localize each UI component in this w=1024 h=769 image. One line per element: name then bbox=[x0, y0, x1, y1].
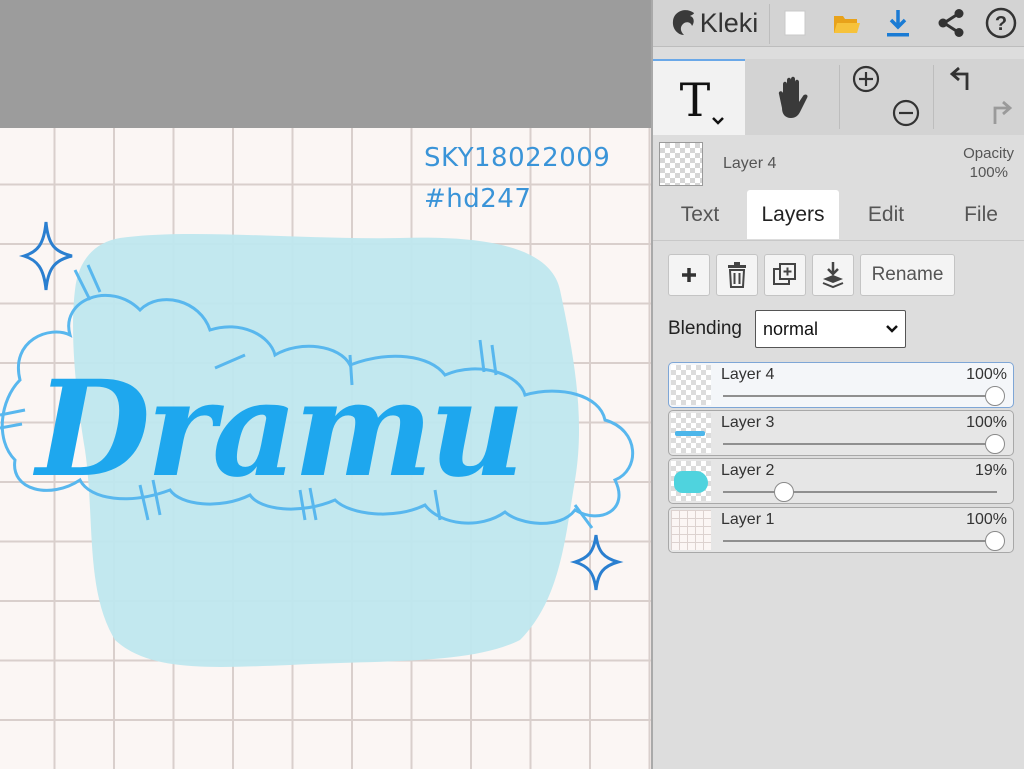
opacity-slider-track[interactable] bbox=[723, 491, 997, 493]
tab-edit[interactable]: Edit bbox=[849, 190, 923, 239]
toolbar-separator bbox=[769, 4, 770, 44]
tab-layers[interactable]: Layers bbox=[747, 190, 839, 239]
new-image-button[interactable] bbox=[775, 0, 815, 46]
current-layer-thumbnail bbox=[659, 142, 703, 186]
layer-row-layer-1[interactable]: Layer 1 100% bbox=[668, 507, 1014, 553]
opacity-slider-track[interactable] bbox=[723, 443, 997, 445]
blending-value: normal bbox=[763, 319, 819, 339]
layer-name: Layer 3 bbox=[721, 414, 775, 431]
kleki-logo-icon bbox=[672, 10, 694, 35]
text-tool-button[interactable]: T bbox=[653, 59, 745, 135]
delete-layer-icon bbox=[728, 262, 746, 288]
layer-row-layer-3[interactable]: Layer 3 100% bbox=[668, 410, 1014, 456]
top-toolbar: Kleki ? bbox=[653, 0, 1024, 47]
kleki-logo[interactable]: Kleki bbox=[659, 0, 767, 46]
opacity-slider-track[interactable] bbox=[723, 540, 997, 542]
opacity-slider-handle[interactable] bbox=[985, 386, 1005, 406]
new-image-icon bbox=[784, 10, 806, 36]
tool-row: T bbox=[653, 59, 1024, 135]
merge-down-icon bbox=[822, 262, 844, 289]
redo-icon bbox=[993, 100, 1013, 124]
tab-file[interactable]: File bbox=[943, 190, 1019, 239]
tool-separator bbox=[933, 65, 934, 129]
zoom-out-button[interactable] bbox=[889, 93, 923, 133]
hand-icon bbox=[778, 76, 808, 118]
artwork-caption-line2: #hd247 bbox=[424, 184, 532, 214]
share-icon bbox=[938, 9, 964, 37]
svg-text:T: T bbox=[680, 73, 711, 127]
panel-tabs: Text Layers Edit File bbox=[653, 190, 1024, 241]
delete-layer-button[interactable] bbox=[716, 254, 758, 296]
zoom-in-icon bbox=[852, 65, 880, 93]
opacity-slider-track[interactable] bbox=[723, 395, 997, 397]
rename-layer-button[interactable]: Rename bbox=[860, 254, 955, 296]
undo-button[interactable] bbox=[945, 59, 979, 99]
zoom-in-button[interactable] bbox=[849, 59, 883, 99]
open-image-button[interactable] bbox=[825, 0, 869, 46]
svg-text:?: ? bbox=[995, 13, 1007, 35]
tab-text[interactable]: Text bbox=[663, 190, 737, 239]
artwork-lettering: Dramu bbox=[32, 352, 521, 507]
layer-opacity: 100% bbox=[966, 414, 1007, 431]
help-icon: ? bbox=[985, 7, 1017, 39]
text-tool-icon: T bbox=[680, 73, 724, 127]
undo-icon bbox=[949, 66, 969, 90]
opacity-slider-handle[interactable] bbox=[985, 531, 1005, 551]
tool-separator bbox=[839, 65, 840, 129]
opacity-slider-handle[interactable] bbox=[985, 434, 1005, 454]
layer-row-layer-2[interactable]: Layer 2 19% bbox=[668, 458, 1014, 504]
layer-name: Layer 4 bbox=[721, 366, 775, 383]
blending-select[interactable]: normal bbox=[755, 310, 906, 348]
duplicate-layer-icon bbox=[773, 263, 796, 285]
layer-thumbnail bbox=[671, 461, 711, 501]
blending-label: Blending bbox=[668, 318, 742, 339]
opacity-label: Opacity bbox=[963, 145, 1014, 162]
layer-thumbnail bbox=[671, 413, 711, 453]
artwork-caption-line1: SKY18022009 bbox=[424, 143, 611, 173]
hand-tool-button[interactable] bbox=[753, 59, 833, 135]
current-layer-name: Layer 4 bbox=[723, 155, 777, 172]
layer-opacity: 19% bbox=[974, 462, 1007, 479]
save-download-button[interactable] bbox=[877, 0, 919, 46]
add-layer-button[interactable] bbox=[668, 254, 710, 296]
layer-name: Layer 2 bbox=[721, 462, 775, 479]
help-button[interactable]: ? bbox=[981, 0, 1021, 46]
layer-row-layer-4[interactable]: Layer 4 100% bbox=[668, 362, 1014, 408]
chevron-down-icon bbox=[886, 325, 898, 333]
layer-opacity: 100% bbox=[966, 366, 1007, 383]
drawing-canvas-area[interactable]: Dramu SKY18022009 #hd247 bbox=[0, 0, 651, 769]
duplicate-layer-button[interactable] bbox=[764, 254, 806, 296]
redo-button[interactable] bbox=[983, 93, 1017, 133]
opacity-value: 100% bbox=[969, 164, 1008, 181]
sidebar-panel: Kleki ? T Layer 4 Opacity 100% Text Laye… bbox=[651, 0, 1024, 769]
sparkle-left-icon bbox=[18, 221, 73, 291]
zoom-out-icon bbox=[892, 99, 920, 127]
open-folder-icon bbox=[834, 16, 860, 33]
app-name: Kleki bbox=[699, 7, 759, 38]
layer-thumbnail bbox=[671, 510, 711, 550]
layer-thumbnail bbox=[671, 365, 711, 405]
merge-down-button[interactable] bbox=[812, 254, 854, 296]
sparkle-right-icon bbox=[569, 534, 624, 591]
share-button[interactable] bbox=[931, 0, 971, 46]
add-layer-icon bbox=[682, 268, 696, 282]
opacity-slider-handle[interactable] bbox=[774, 482, 794, 502]
layer-opacity: 100% bbox=[966, 511, 1007, 528]
layer-name: Layer 1 bbox=[721, 511, 775, 528]
current-layer-info: Layer 4 Opacity 100% bbox=[653, 138, 1024, 190]
artwork-drawing: Dramu bbox=[0, 221, 635, 667]
download-icon bbox=[887, 10, 909, 37]
